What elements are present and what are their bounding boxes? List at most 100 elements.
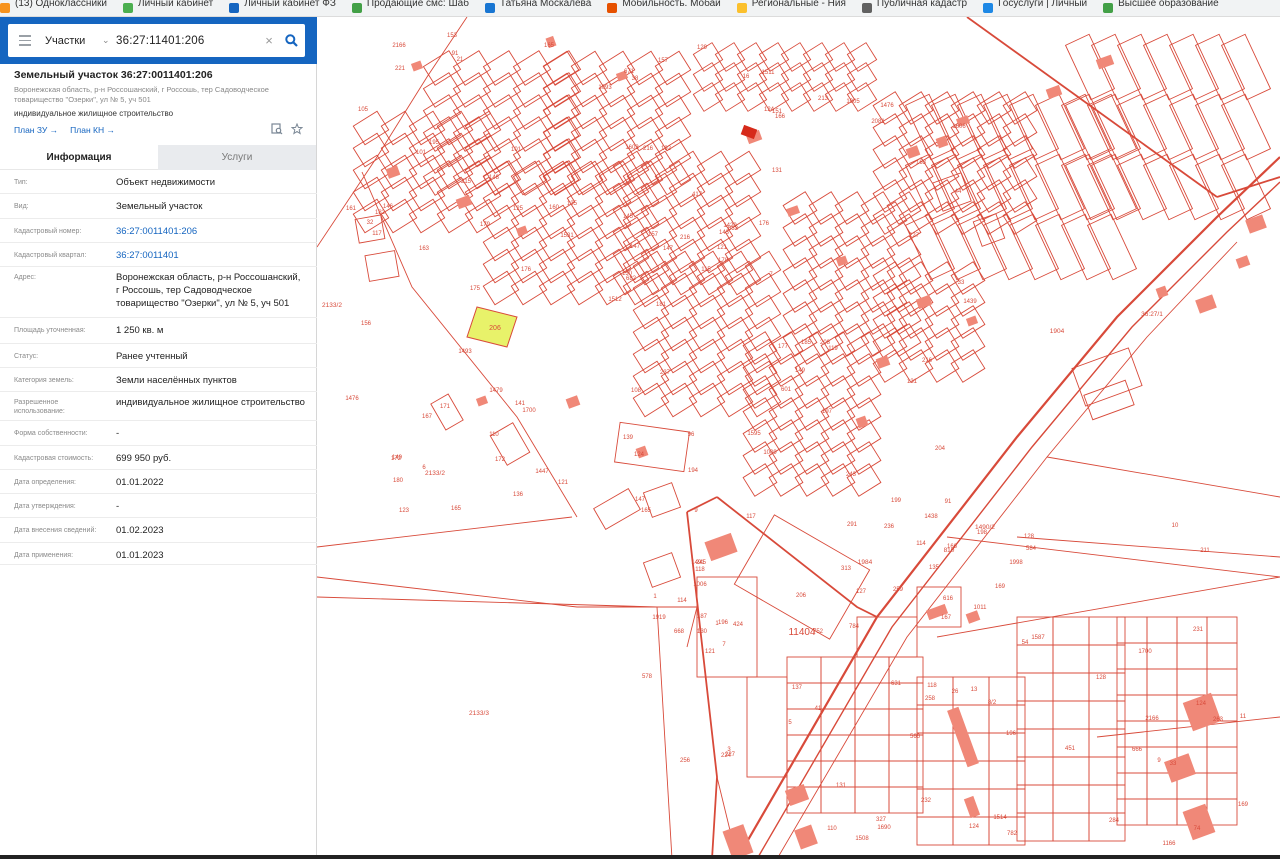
parcel-boundary (802, 42, 834, 72)
parcel-boundary (1088, 812, 1126, 842)
star-icon[interactable] (291, 123, 303, 135)
search-icon[interactable] (277, 24, 305, 57)
parcel-label: 327 (876, 817, 887, 823)
parcel-label: 243 (846, 472, 857, 478)
cadastral-map[interactable]: 181 101 682 149 143 1700 1511 192 151 115 21 91 163 1… (317, 17, 1280, 859)
parcel-boundary (716, 360, 754, 396)
parcel-boundary (1168, 93, 1220, 161)
parcel-label: 196 (718, 620, 729, 626)
tab-info[interactable]: Информация (0, 145, 158, 170)
bookmark-label: Публичная кадастр (876, 0, 968, 9)
bookmark-item[interactable]: Личный кабинет (123, 0, 213, 16)
parcel-label: 131 (772, 168, 783, 174)
bookmark-label: Татьяна Москалева (499, 0, 592, 9)
parcel-label: 147 (663, 246, 674, 252)
menu-icon[interactable] (8, 24, 42, 57)
bookmark-item[interactable]: Личный кабинет ФЗ (229, 0, 336, 16)
parcel-boundary (688, 294, 726, 330)
parcel-label: 117 (372, 231, 382, 237)
parcel-boundary (352, 132, 390, 168)
bookmark-item[interactable]: (13) Одноклассники (0, 0, 107, 16)
search-document-icon[interactable] (271, 123, 283, 135)
property-row: Кадастровый квартал: 36:27:0011401 (0, 243, 317, 267)
horizontal-scrollbar[interactable] (0, 855, 1280, 859)
parcel-boundary (976, 157, 1012, 191)
parcel-boundary (854, 760, 890, 788)
parcel-boundary (724, 238, 762, 274)
property-link[interactable]: 36:27:0011401 (116, 249, 306, 262)
parcel-label: 197 (822, 409, 833, 415)
bookmark-item[interactable]: Публичная кадастр (861, 0, 968, 16)
parcel-boundary (632, 338, 670, 374)
parcel-label: 118 (927, 683, 937, 689)
parcel-label: 2166 (1145, 716, 1159, 722)
parcel-boundary (768, 419, 804, 453)
bookmark-item[interactable]: Продающие смс: Шаб (351, 0, 469, 16)
parcel-boundary (696, 150, 734, 186)
parcel-boundary (716, 272, 754, 308)
road-boundary (946, 536, 1280, 578)
parcel-boundary (1052, 644, 1090, 674)
search-box: Участки ⌄ 36:27:11401:206 × (8, 24, 305, 57)
parcel-boundary (668, 194, 706, 230)
property-label: Площадь уточненная: (14, 327, 86, 334)
plan-kn-link[interactable]: План КН → (70, 125, 115, 135)
parcel-boundary (854, 734, 890, 762)
parcel-label: 1531 (560, 233, 574, 239)
road-boundary (1046, 456, 1280, 498)
parcel-label: 147 (630, 244, 641, 250)
tabs: Информация Услуги (0, 145, 317, 170)
map-canvas[interactable]: 1811016821491431700151119215111521911631… (317, 17, 1280, 859)
parcel-boundary (724, 150, 762, 186)
parcel-boundary (780, 42, 812, 72)
parcel-boundary (716, 294, 754, 330)
tab-services[interactable]: Услуги (158, 145, 316, 170)
parcel-boundary (510, 226, 548, 262)
parcel-boundary (1220, 93, 1272, 161)
bookmark-item[interactable]: Госуслуги | Личный (983, 0, 1087, 16)
parcel-boundary (872, 157, 908, 191)
parcel-label: 566 (910, 734, 921, 740)
property-value: 01.01.2023 (116, 550, 164, 561)
parcel-label: 211 (1200, 548, 1210, 554)
clear-icon[interactable]: × (261, 33, 277, 48)
parcel-label: 167 (422, 414, 433, 420)
parcel-boundary (482, 72, 522, 108)
property-label: Адрес: (14, 274, 36, 281)
parcel-label: 1919 (652, 615, 666, 621)
search-input[interactable]: 36:27:11401:206 (116, 35, 261, 47)
parcel-boundary (1034, 153, 1086, 221)
parcel-boundary (898, 349, 934, 383)
bookmark-item[interactable]: Мобильность. Мобай (607, 0, 721, 16)
property-value: 699 950 руб. (116, 453, 172, 464)
quarter-boundary (686, 496, 718, 513)
layer-select[interactable]: Участки (42, 35, 102, 47)
property-value: 1 250 кв. м (116, 325, 164, 336)
parcel-label: 44 (955, 189, 962, 195)
parcel-label: 196 (1006, 731, 1017, 737)
bookmark-item[interactable]: Татьяна Москалева (484, 0, 592, 16)
bookmark-item[interactable]: Высшее образование (1103, 0, 1219, 16)
parcel-label: 1476 (880, 103, 894, 109)
parcel-boundary (482, 270, 520, 306)
parcel-boundary (660, 294, 698, 330)
parcel-label: 1998 (1009, 560, 1023, 566)
parcel-boundary (898, 179, 934, 213)
parcel-label: 169 (1238, 802, 1249, 808)
building-footprint (875, 355, 891, 369)
parcel-label: 101 (416, 150, 427, 156)
parcel-boundary (1176, 642, 1208, 670)
parcel-label: 216 (643, 146, 654, 152)
parcel-label: 1514 (993, 815, 1007, 821)
parcel-boundary (1034, 93, 1086, 161)
parcel-boundary (1206, 616, 1238, 644)
bookmark-label: Продающие смс: Шаб (366, 0, 469, 9)
parcel-boundary (660, 250, 698, 286)
parcel-boundary (742, 463, 778, 497)
bookmark-item[interactable]: Региональные - Ния (736, 0, 846, 16)
chevron-down-icon[interactable]: ⌄ (102, 35, 116, 46)
parcel-boundary (782, 279, 818, 313)
parcel-boundary (598, 50, 636, 86)
plan-zu-link[interactable]: План ЗУ → (14, 125, 58, 135)
property-link[interactable]: 36:27:0011401:206 (116, 225, 306, 238)
